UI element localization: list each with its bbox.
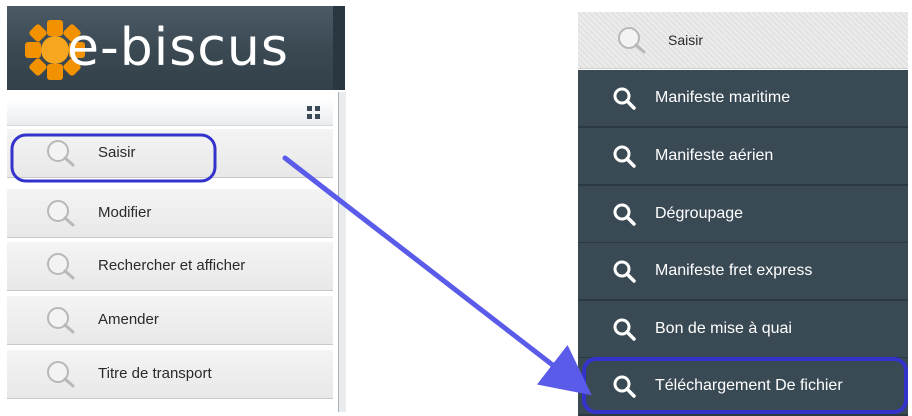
search-icon [613,375,636,398]
menu-item-label: Titre de transport [98,365,212,382]
submenu-item-label: Bon de mise à quai [655,320,792,337]
search-icon [613,203,636,226]
menu-item-rechercher[interactable]: Rechercher et afficher [7,241,333,291]
search-icon [47,361,75,388]
submenu-item-manifeste-aerien[interactable]: Manifeste aérien [578,128,908,186]
submenu-item-label: Manifeste fret express [655,262,813,279]
submenu-item-manifeste-fret-express[interactable]: Manifeste fret express [578,243,908,301]
menu-item-titre-transport[interactable]: Titre de transport [7,349,333,399]
search-icon [613,318,636,341]
menu-item-label: Saisir [98,144,136,161]
header-edge [333,6,345,90]
search-icon [47,307,75,334]
logo-text: e-biscus [67,16,289,80]
submenu-item-telechargement-fichier[interactable]: Téléchargement De fichier [578,358,908,416]
search-icon [47,140,75,167]
logo-text-rest: -biscus [100,18,289,78]
menu-item-label: Amender [98,311,159,328]
search-icon [613,145,636,168]
main-sidebar: e-biscus Saisir Modifier Rechercher et a… [0,0,346,415]
submenu-item-bon-de-mise-a-quai[interactable]: Bon de mise à quai [578,301,908,359]
submenu-panel: Saisir Manifeste maritime Manifeste aéri… [578,0,908,416]
menu-item-label: Modifier [98,204,152,221]
search-icon [613,260,636,283]
submenu-item-label: Manifeste aérien [655,147,774,164]
grid-icon[interactable] [307,106,321,120]
panel-splitter[interactable] [338,92,346,412]
menu-item-saisir[interactable]: Saisir [7,128,333,178]
submenu-item-label: Téléchargement De fichier [655,377,843,394]
search-icon [47,253,75,280]
menu-item-label: Rechercher et afficher [98,257,246,274]
search-icon [613,87,636,110]
menu-toolbar [7,99,333,126]
submenu-item-degroupage[interactable]: Dégroupage [578,186,908,244]
search-icon [47,200,75,227]
submenu-item-label: Manifeste maritime [655,89,791,106]
logo-text-e: e [67,18,100,78]
submenu-header-saisir[interactable]: Saisir [578,12,908,69]
search-icon [618,27,646,54]
submenu-item-label: Dégroupage [655,205,744,222]
menu-item-amender[interactable]: Amender [7,295,333,345]
app-header: e-biscus [7,6,333,90]
submenu-item-manifeste-maritime[interactable]: Manifeste maritime [578,70,908,128]
submenu-header-label: Saisir [668,32,704,48]
menu-item-modifier[interactable]: Modifier [7,188,333,238]
